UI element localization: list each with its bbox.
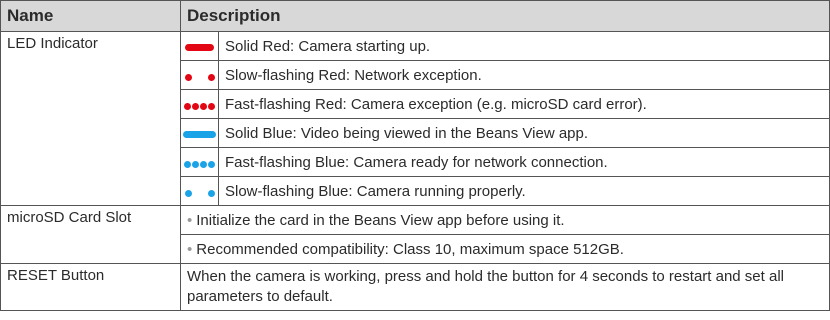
led-state-text: Fast-flashing Red: Camera exception (e.g… — [218, 89, 830, 119]
bullet-icon: • — [187, 211, 193, 229]
row-name-reset-button: RESET Button — [0, 263, 181, 311]
indicator-cell — [180, 147, 219, 177]
fast-flashing-red-indicator-icon — [181, 91, 218, 118]
fast-flashing-blue-indicator-icon — [181, 149, 218, 176]
spec-table: Name Description LED Indicator Solid Red… — [0, 0, 830, 311]
table-row: RESET Button When the camera is working,… — [0, 263, 830, 311]
table-row: microSD Card Slot • Initialize the card i… — [0, 205, 830, 264]
header-row: Name Description — [0, 0, 830, 32]
header-description: Description — [180, 0, 830, 32]
row-name-microsd-card-slot: microSD Card Slot — [0, 205, 181, 264]
indicator-cell — [180, 31, 219, 61]
slow-flashing-red-indicator-icon — [181, 62, 218, 89]
sd-item-text: Initialize the card in the Beans View ap… — [196, 211, 565, 229]
indicator-cell — [180, 60, 219, 90]
solid-red-indicator-icon — [181, 33, 218, 60]
solid-blue-indicator-icon — [181, 120, 218, 147]
indicator-cell — [180, 176, 219, 206]
sd-item: • Initialize the card in the Beans View a… — [180, 205, 830, 235]
sd-item-text: Recommended compatibility: Class 10, max… — [196, 240, 624, 258]
header-name: Name — [0, 0, 181, 32]
bullet-icon: • — [187, 240, 193, 258]
indicator-cell — [180, 89, 219, 119]
sd-item: • Recommended compatibility: Class 10, ma… — [180, 234, 830, 264]
led-state-text: Slow-flashing Red: Network exception. — [218, 60, 830, 90]
table-row: LED Indicator Solid Red: Camera starting… — [0, 31, 830, 206]
row-name-led-indicator: LED Indicator — [0, 31, 181, 206]
led-state-text: Solid Red: Camera starting up. — [218, 31, 830, 61]
indicator-cell — [180, 118, 219, 148]
reset-description: When the camera is working, press and ho… — [180, 263, 830, 311]
led-state-text: Slow-flashing Blue: Camera running prope… — [218, 176, 830, 206]
led-state-text: Solid Blue: Video being viewed in the Be… — [218, 118, 830, 148]
led-state-text: Fast-flashing Blue: Camera ready for net… — [218, 147, 830, 177]
slow-flashing-blue-indicator-icon — [181, 178, 218, 205]
